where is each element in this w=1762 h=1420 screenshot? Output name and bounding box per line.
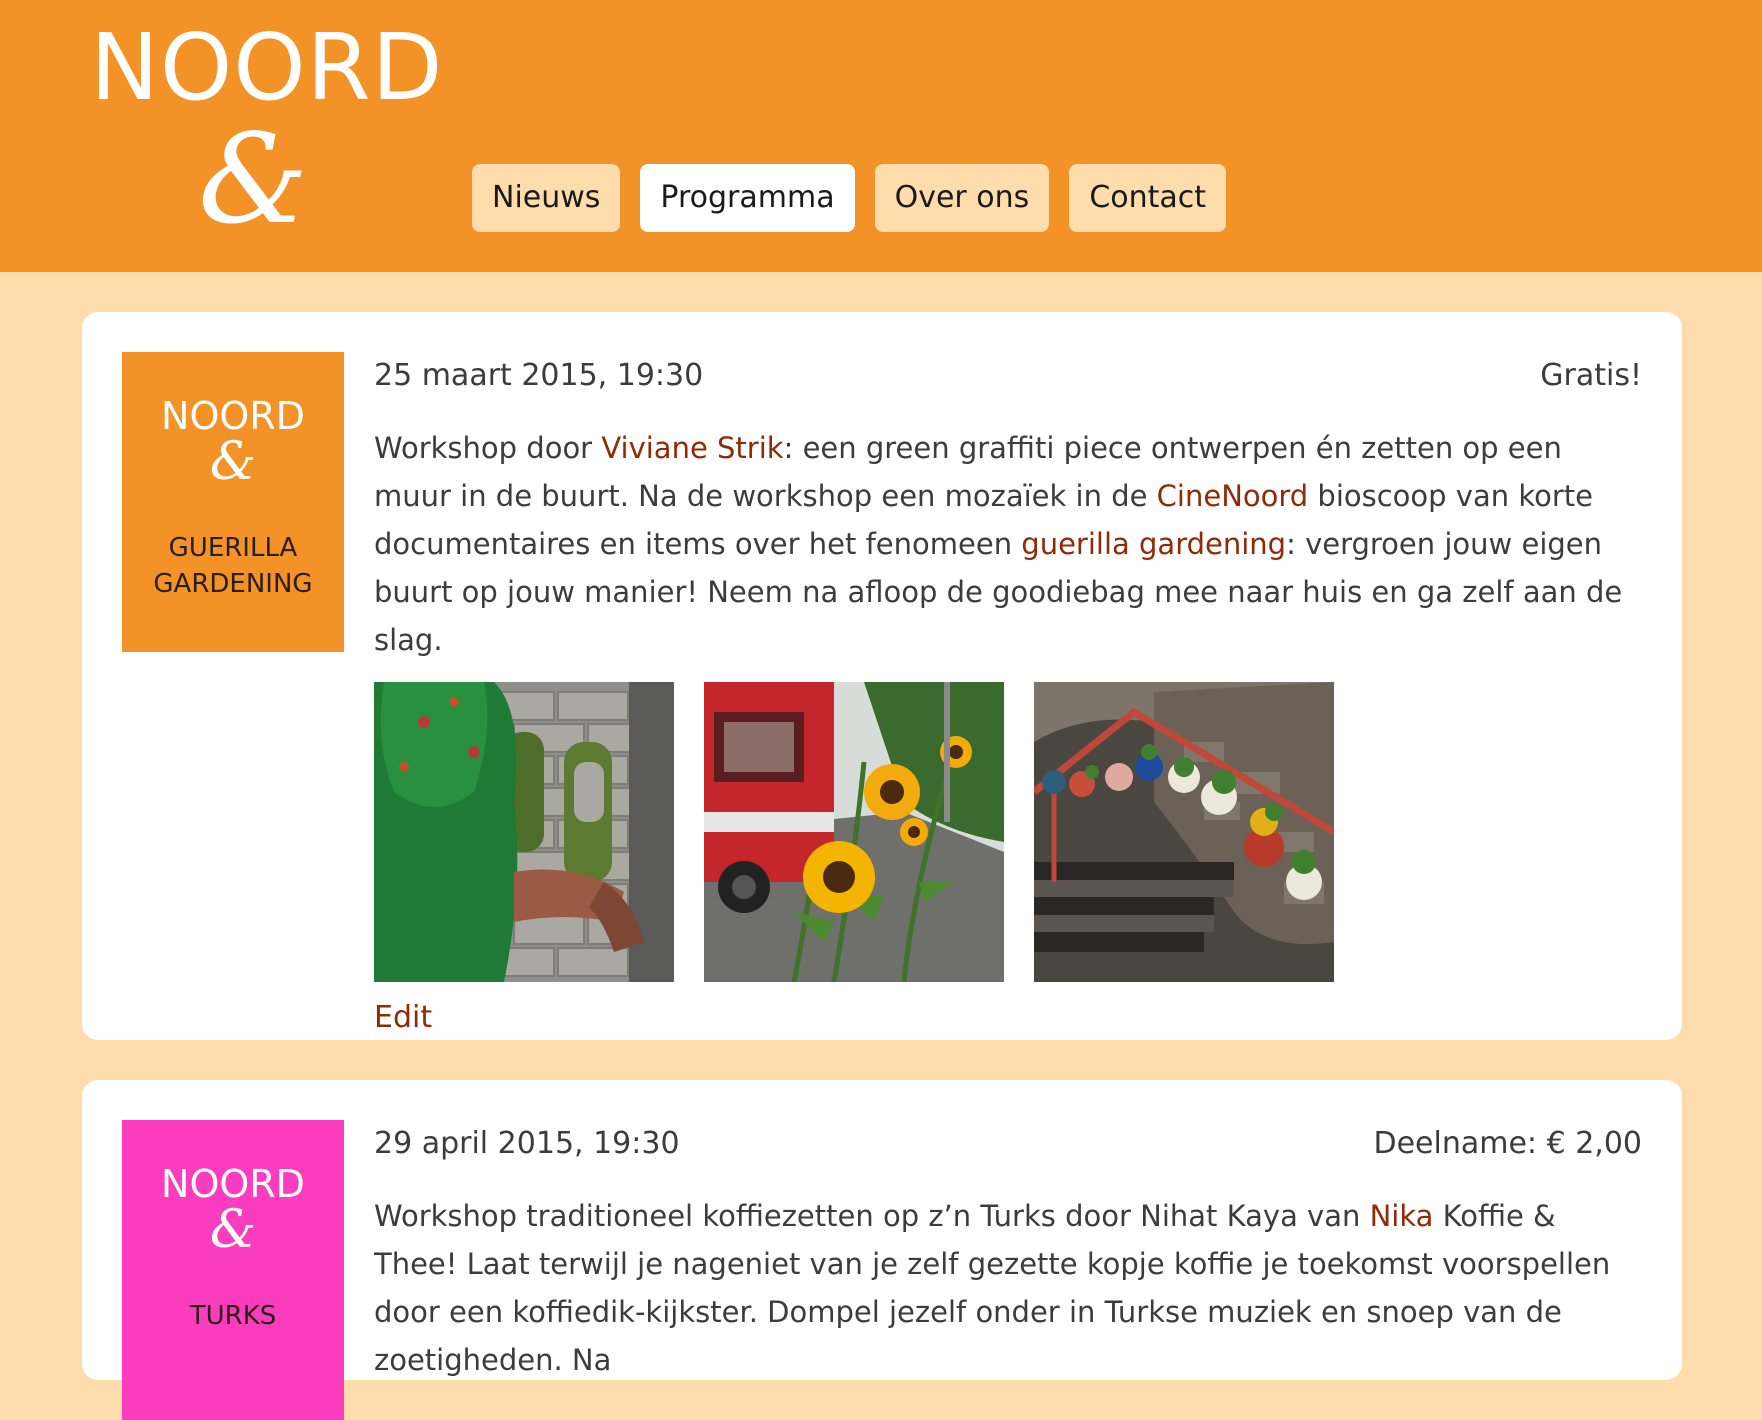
poster-wordmark: NOORD bbox=[161, 394, 305, 438]
link-nika[interactable]: Nika bbox=[1370, 1199, 1434, 1233]
link-viviane-strik[interactable]: Viviane Strik bbox=[601, 431, 783, 465]
poster-subtitle-line: TURKS bbox=[189, 1301, 277, 1331]
event-card: NOORD & GUERILLA GARDENING 25 maart 2015… bbox=[82, 312, 1682, 1040]
poster-ampersand: & bbox=[209, 1200, 257, 1260]
event-price: Gratis! bbox=[1540, 358, 1642, 393]
link-cinenoord[interactable]: CineNoord bbox=[1157, 479, 1309, 513]
poster-subtitle-line: GARDENING bbox=[153, 569, 313, 599]
event-body: 25 maart 2015, 19:30 Gratis! Workshop do… bbox=[374, 352, 1642, 1038]
description-text: Workshop door bbox=[374, 431, 602, 465]
event-card: NOORD & TURKS 29 april 2015, 19:30 Deeln… bbox=[82, 1080, 1682, 1420]
event-poster: NOORD & TURKS bbox=[122, 1120, 344, 1420]
site-header: NOORD & Nieuws Programma Over ons Contac… bbox=[0, 0, 1762, 272]
site-logo[interactable]: NOORD & bbox=[90, 14, 460, 252]
logo-ampersand: & bbox=[198, 108, 309, 252]
nav-item-programma[interactable]: Programma bbox=[640, 164, 855, 232]
poster-wordmark: NOORD bbox=[161, 1162, 305, 1206]
edit-link[interactable]: Edit bbox=[374, 998, 432, 1038]
event-date: 25 maart 2015, 19:30 bbox=[374, 358, 704, 393]
poster-subtitle-line: GUERILLA bbox=[168, 533, 298, 563]
description-text: Workshop traditioneel koffiezetten op z’… bbox=[374, 1199, 1370, 1233]
event-meta: 29 april 2015, 19:30 Deelname: € 2,00 bbox=[374, 1120, 1642, 1168]
logo-wordmark: NOORD bbox=[90, 14, 444, 121]
sunflowers-street-photo[interactable] bbox=[704, 682, 1004, 982]
nav-item-over-ons[interactable]: Over ons bbox=[874, 164, 1050, 232]
event-poster: NOORD & GUERILLA GARDENING bbox=[122, 352, 344, 652]
poster-ampersand: & bbox=[209, 432, 257, 492]
nav-item-contact[interactable]: Contact bbox=[1069, 164, 1227, 232]
event-description: Workshop traditioneel koffiezetten op z’… bbox=[374, 1192, 1642, 1384]
link-guerilla-gardening[interactable]: guerilla gardening bbox=[1021, 527, 1286, 561]
poster-subtitle: GUERILLA GARDENING bbox=[122, 530, 344, 602]
poster-subtitle: TURKS bbox=[122, 1298, 344, 1334]
main-nav: Nieuws Programma Over ons Contact bbox=[472, 164, 1227, 232]
green-graffiti-photo[interactable] bbox=[374, 682, 674, 982]
event-date: 29 april 2015, 19:30 bbox=[374, 1126, 680, 1161]
nav-item-nieuws[interactable]: Nieuws bbox=[472, 164, 621, 232]
event-body: 29 april 2015, 19:30 Deelname: € 2,00 Wo… bbox=[374, 1120, 1642, 1384]
event-price: Deelname: € 2,00 bbox=[1373, 1126, 1643, 1161]
event-meta: 25 maart 2015, 19:30 Gratis! bbox=[374, 352, 1642, 400]
photo-gallery bbox=[374, 682, 1642, 982]
event-description: Workshop door Viviane Strik: een green g… bbox=[374, 424, 1642, 664]
teapot-planters-stairs-photo[interactable] bbox=[1034, 682, 1334, 982]
